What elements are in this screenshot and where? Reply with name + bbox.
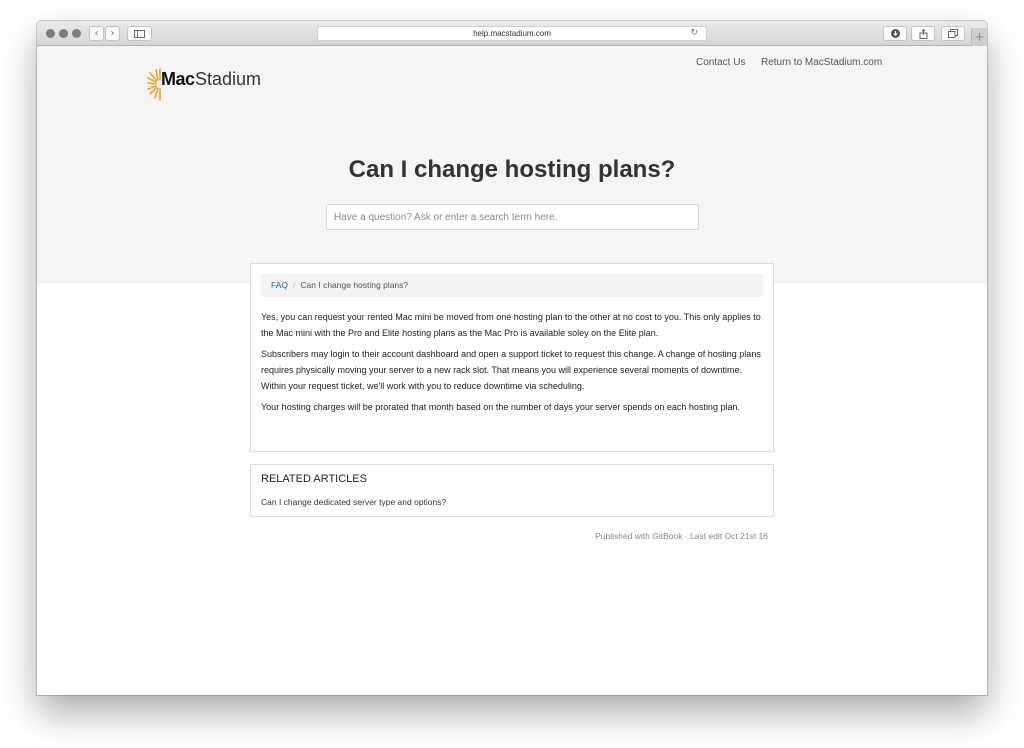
page-title: Can I change hosting plans? bbox=[348, 156, 676, 183]
url-text: help.macstadium.com bbox=[473, 29, 551, 38]
hero-section: Mac Stadium Contact Us Return to MacStad… bbox=[37, 46, 987, 283]
close-window-button[interactable] bbox=[46, 29, 55, 38]
breadcrumb-faq-link[interactable]: FAQ bbox=[271, 280, 288, 290]
article-card: FAQ / Can I change hosting plans? Yes, you… bbox=[250, 263, 774, 452]
zoom-window-button[interactable] bbox=[72, 29, 81, 38]
new-tab-button[interactable]: + bbox=[971, 28, 987, 46]
share-button[interactable] bbox=[911, 26, 935, 41]
breadcrumb: FAQ / Can I change hosting plans? bbox=[261, 274, 763, 297]
sidebar-button[interactable] bbox=[127, 26, 152, 41]
browser-window: ‹ › help.macstadium.com ↻ + Mac Stadium … bbox=[37, 21, 987, 695]
return-to-macstadium-link[interactable]: Return to MacStadium.com bbox=[761, 57, 882, 68]
browser-toolbar: ‹ › help.macstadium.com ↻ + bbox=[37, 21, 987, 46]
reload-icon[interactable]: ↻ bbox=[690, 27, 698, 40]
article-paragraph: Your hosting charges will be prorated th… bbox=[261, 402, 740, 412]
downloads-button[interactable] bbox=[883, 26, 907, 41]
back-button[interactable]: ‹ bbox=[89, 26, 104, 41]
article-paragraph: Yes, you can request your rented Mac min… bbox=[261, 312, 761, 338]
page-content: Mac Stadium Contact Us Return to MacStad… bbox=[37, 46, 987, 695]
related-article-link[interactable]: Can I change dedicated server type and o… bbox=[261, 497, 446, 507]
related-articles-heading: RELATED ARTICLES bbox=[261, 473, 367, 485]
article-paragraph: Subscribers may login to their account d… bbox=[261, 349, 761, 391]
minimize-window-button[interactable] bbox=[59, 29, 68, 38]
tabs-icon bbox=[948, 29, 958, 38]
logo-text-mac: Mac bbox=[161, 69, 195, 89]
sidebar-icon bbox=[134, 30, 145, 38]
address-bar[interactable]: help.macstadium.com ↻ bbox=[317, 26, 707, 41]
page-footer: Published with GitBook · Last edit Oct 2… bbox=[595, 531, 768, 541]
tabs-overview-button[interactable] bbox=[941, 26, 965, 41]
contact-us-link[interactable]: Contact Us bbox=[696, 57, 745, 68]
share-icon bbox=[919, 28, 927, 39]
chevron-left-icon: ‹ bbox=[94, 28, 99, 39]
chevron-right-icon: › bbox=[110, 28, 115, 39]
search-input[interactable] bbox=[326, 204, 699, 230]
download-icon bbox=[890, 29, 900, 38]
breadcrumb-current: Can I change hosting plans? bbox=[300, 280, 409, 290]
logo-text-stadium: Stadium bbox=[195, 69, 262, 89]
related-articles-card: RELATED ARTICLES Can I change dedicated … bbox=[250, 464, 774, 517]
breadcrumb-separator: / bbox=[293, 280, 296, 290]
forward-button[interactable]: › bbox=[105, 26, 120, 41]
article-body: Yes, you can request your rented Mac min… bbox=[261, 309, 767, 420]
